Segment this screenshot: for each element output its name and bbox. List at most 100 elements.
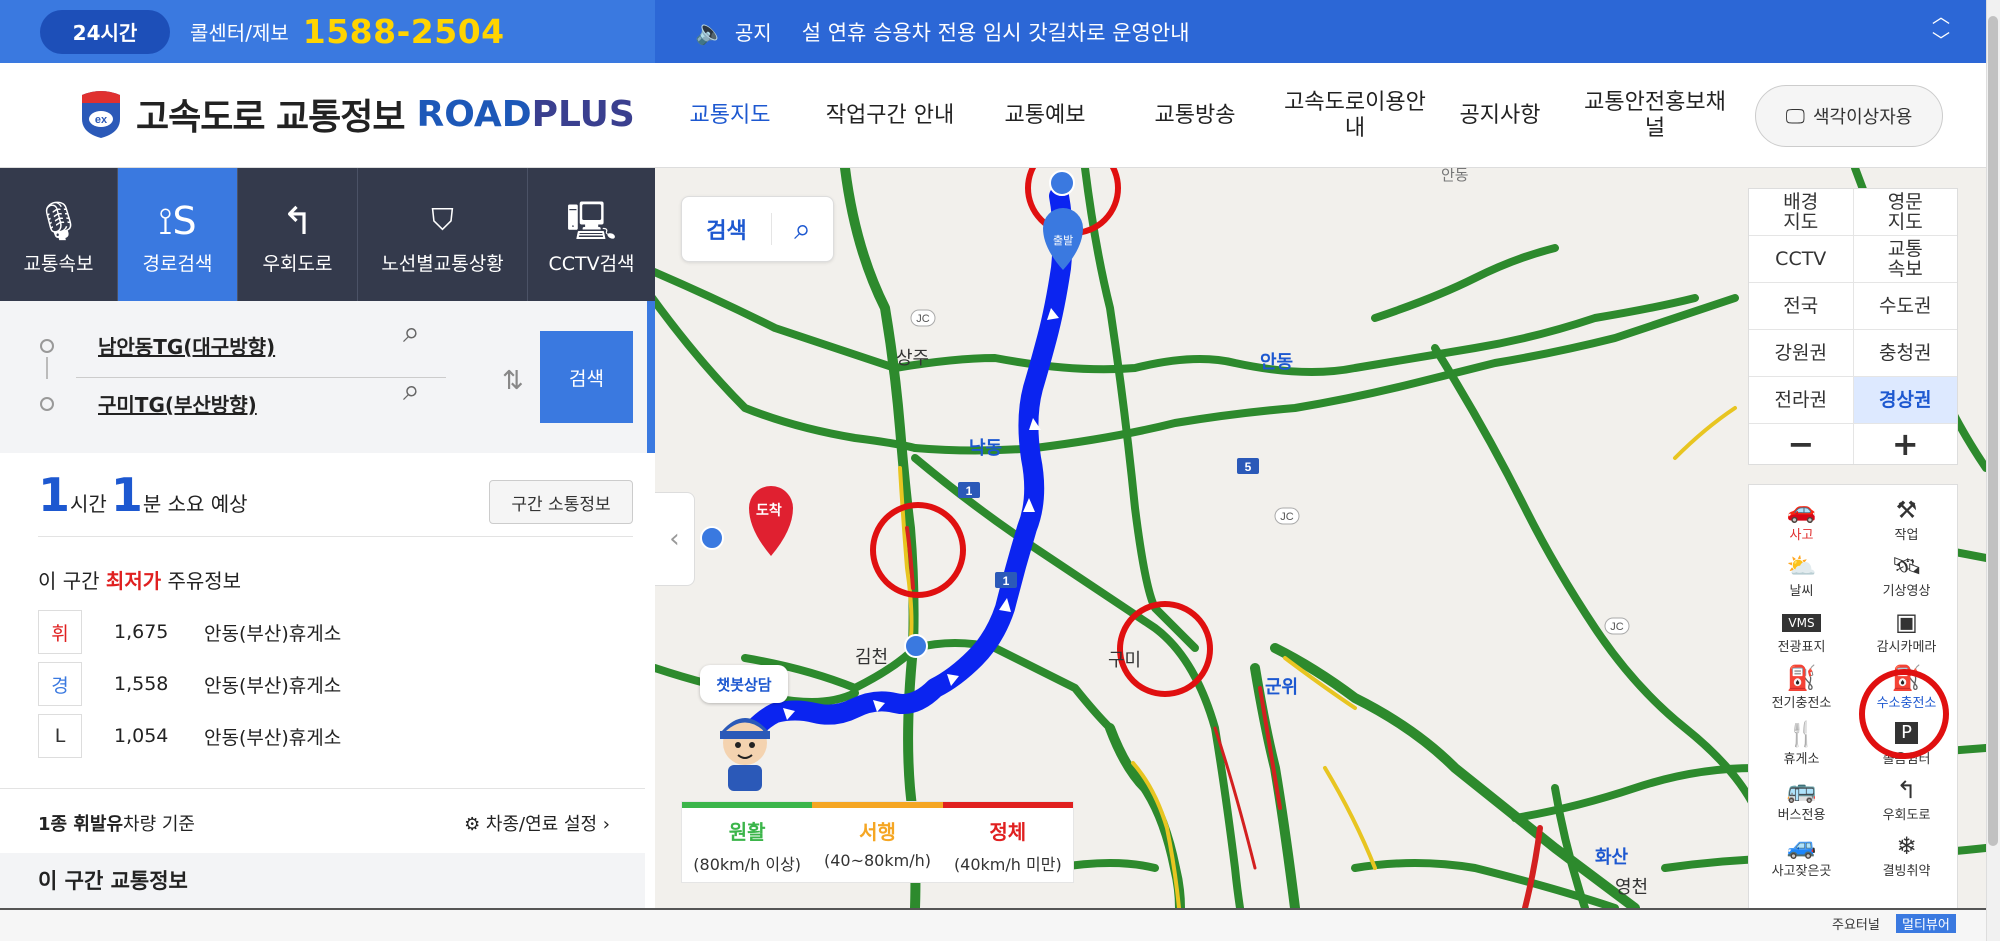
base-map-button[interactable]: 배경 지도 (1749, 189, 1854, 235)
nav-broadcast[interactable]: 교통방송 (1140, 103, 1250, 129)
layer-work[interactable]: ⚒ 작업 (1854, 487, 1959, 543)
fuel-type-badge: L (38, 714, 82, 758)
layer-accident-prone[interactable]: 🚙 사고잦은곳 (1749, 823, 1854, 879)
swap-icon[interactable]: ⇅ (502, 366, 524, 396)
nav-forecast[interactable]: 교통예보 (990, 103, 1100, 129)
tab-label: CCTV검색 (548, 253, 635, 275)
accident-prone-icon: 🚙 (1786, 832, 1817, 860)
hydrogen-marker-icon[interactable] (904, 634, 928, 658)
layer-rest-area[interactable]: 🍴 휴게소 (1749, 711, 1854, 767)
section-traffic-button[interactable]: 구간 소통정보 (489, 480, 633, 524)
tab-detour[interactable]: ↰ 우회도로 (238, 168, 358, 301)
map-ctrl-row: 배경 지도 영문 지도 (1749, 189, 1957, 236)
mascot-icon (720, 718, 770, 791)
layer-bus-lane[interactable]: 🚌 버스전용 (1749, 767, 1854, 823)
legend-sub: (40~80km/h) (823, 851, 931, 870)
map-controls: 배경 지도 영문 지도 CCTV 교통 속보 전국 수도권 강원권 충청권 전라… (1748, 188, 1958, 465)
english-map-button[interactable]: 영문 지도 (1854, 189, 1958, 235)
layer-label: 사고 (1789, 528, 1814, 543)
origin-input[interactable]: 남안동TG(대구방향) (98, 331, 275, 360)
departure-label: 출발 (1053, 234, 1074, 247)
layer-weather[interactable]: ⛅ 날씨 (1749, 543, 1854, 599)
place-label: 안동 (1441, 168, 1469, 184)
layer-drowsy-shelter[interactable]: P 졸음쉼터 (1854, 711, 1959, 767)
chatbot[interactable]: 챗봇상담 (700, 665, 790, 800)
legend-sub: (40km/h 미만) (953, 855, 1062, 874)
layer-label: 사고잦은곳 (1771, 864, 1832, 879)
parking-icon: P (1895, 722, 1918, 744)
map-ctrl-row: 강원권 충청권 (1749, 330, 1957, 377)
layer-detour[interactable]: ↰ 우회도로 (1854, 767, 1959, 823)
destination-search-icon[interactable]: ⌕ (403, 373, 420, 408)
layer-vms[interactable]: VMS 전광표지 (1749, 599, 1854, 655)
layer-accident[interactable]: 🚗 사고 (1749, 487, 1854, 543)
region-gyeongsang[interactable]: 경상권 (1853, 377, 1957, 423)
destination-input[interactable]: 구미TG(부산방향) (98, 389, 257, 418)
hydrogen-marker-icon[interactable] (1049, 170, 1075, 196)
nav-traffic-map[interactable]: 교통지도 (680, 103, 780, 129)
destination-row: 구미TG(부산방향) (40, 389, 257, 418)
svg-text:5: 5 (1245, 460, 1252, 474)
nav-safety-channel[interactable]: 교통안전홍보채널 (1580, 90, 1730, 142)
callcenter-phone[interactable]: 1588-2504 (303, 12, 505, 51)
top-bar: 24시간 콜센터/제보 1588-2504 🔈 공지 설 연휴 승용차 전용 임… (0, 0, 2000, 63)
page-scrollbar[interactable] (1986, 0, 2000, 941)
colorblind-button[interactable]: 🖵 색각이상자용 (1755, 85, 1943, 147)
nav-notice[interactable]: 공지사항 (1450, 103, 1550, 129)
eta-minutes: 1 (110, 468, 143, 522)
logo[interactable]: ex 고속도로 교통정보 ROADPLUS (78, 88, 635, 140)
zoom-out-button[interactable]: − (1749, 424, 1854, 464)
chevron-down-icon[interactable]: ﹀ (1932, 30, 1950, 54)
region-jeolla[interactable]: 전라권 (1749, 377, 1854, 423)
route-shield-icon: ⛉ (431, 203, 454, 238)
cctv-button[interactable]: CCTV (1749, 236, 1854, 282)
multiviewer-tag[interactable]: 멀티뷰어 (1896, 914, 1956, 933)
place-label: 김천 (855, 647, 889, 668)
layer-label: 졸음쉼터 (1882, 752, 1931, 767)
region-capital[interactable]: 수도권 (1854, 283, 1958, 329)
region-gangwon[interactable]: 강원권 (1749, 330, 1854, 376)
route-search-box: 남안동TG(대구방향) 구미TG(부산방향) ⌕ ⌕ ⇅ 검색 (0, 301, 655, 453)
chevron-up-icon[interactable]: ︿ (1932, 6, 1950, 30)
layer-label: 전광표지 (1777, 640, 1826, 655)
origin-dot-icon (40, 338, 54, 353)
tab-route-search[interactable]: ⟟S 경로검색 (118, 168, 238, 301)
major-tunnel-tag[interactable]: 주요터널 (1832, 914, 1880, 933)
layer-hydrogen-station[interactable]: ⛽ 수소충전소 (1854, 655, 1959, 711)
place-label: 상주 (896, 348, 930, 369)
layer-satellite[interactable]: 🛰 기상영상 (1854, 543, 1959, 599)
hydrogen-marker-icon[interactable] (700, 526, 724, 550)
notice-text[interactable]: 설 연휴 승용차 전용 임시 갓길차로 운영안내 (802, 17, 1190, 47)
sidebar-collapse-button[interactable]: ‹ (655, 492, 695, 586)
logo-brand-plus: PLUS (531, 93, 635, 135)
tab-route-status[interactable]: ⛉ 노선별교통상황 (358, 168, 528, 301)
zoom-in-button[interactable]: + (1854, 424, 1958, 464)
layer-ev-charger[interactable]: ⛽ 전기충전소 (1749, 655, 1854, 711)
camera-icon: ▣ (1895, 608, 1918, 636)
map-ctrl-row: 전국 수도권 (1749, 283, 1957, 330)
scrollbar-thumb[interactable] (1988, 16, 1998, 846)
arrival-marker-icon[interactable] (749, 486, 793, 556)
layer-ice[interactable]: ❄ 결빙취약 (1854, 823, 1959, 879)
region-nationwide[interactable]: 전국 (1749, 283, 1854, 329)
map-search-box[interactable]: 검색 ⌕ (681, 196, 834, 262)
tab-label: 경로검색 (142, 253, 213, 275)
layer-camera[interactable]: ▣ 감시카메라 (1854, 599, 1959, 655)
origin-search-icon[interactable]: ⌕ (403, 315, 420, 350)
destination-dot-icon (40, 396, 54, 411)
tab-cctv[interactable]: 🖳 CCTV검색 (528, 168, 655, 301)
search-icon[interactable]: ⌕ (772, 212, 833, 247)
place-label: 낙동 (969, 438, 1003, 459)
layer-label: 기상영상 (1882, 584, 1931, 599)
nav-work-zone[interactable]: 작업구간 안내 (810, 103, 970, 129)
vehicle-settings-link[interactable]: ⚙ 차종/연료 설정 › (464, 810, 610, 836)
traffic-news-button[interactable]: 교통 속보 (1854, 236, 1958, 282)
route-search-button[interactable]: 검색 (540, 331, 633, 423)
vehicle-basis-rest: 차량 기준 (123, 814, 195, 835)
nav-highway-guide[interactable]: 고속도로이용안내 (1280, 90, 1430, 142)
layer-label: 버스전용 (1777, 808, 1826, 823)
tab-traffic-news[interactable]: 🎙 교통속보 (0, 168, 118, 301)
legend-sub: (80km/h 이상) (693, 855, 802, 874)
svg-text:JC: JC (1610, 621, 1624, 633)
region-chungcheong[interactable]: 충청권 (1854, 330, 1958, 376)
